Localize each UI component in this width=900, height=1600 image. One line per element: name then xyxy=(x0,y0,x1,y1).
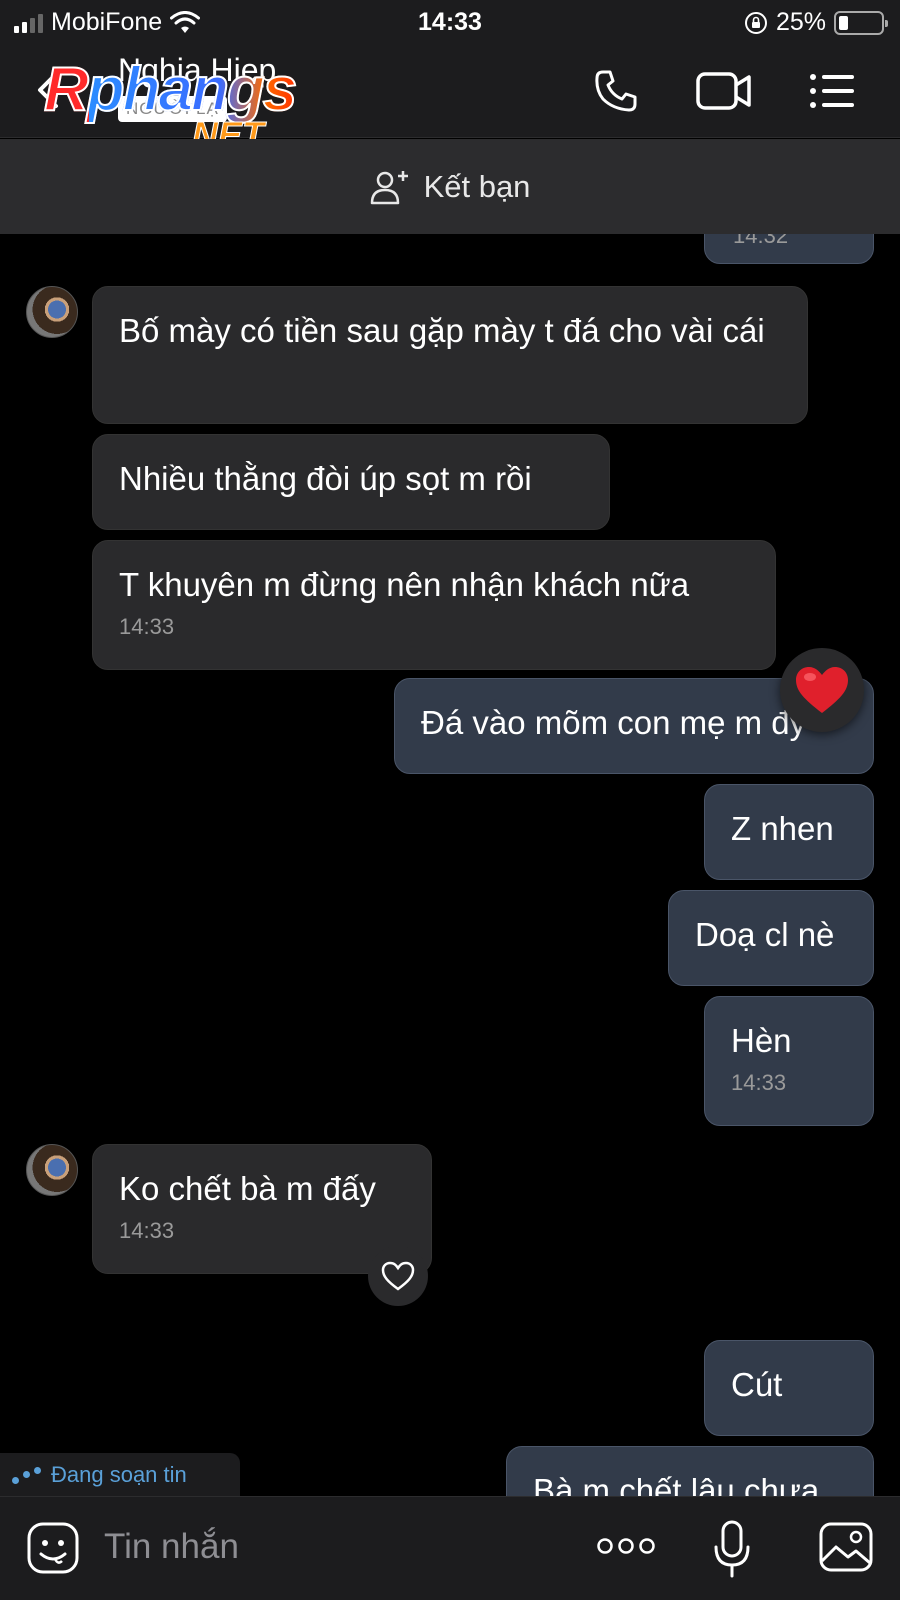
message-text: Nhiều thằng đòi úp sọt m rồi xyxy=(119,460,532,497)
message-text: Cút xyxy=(731,1366,783,1403)
typing-dots-icon xyxy=(12,1466,41,1484)
message-bubble-outgoing[interactable]: Z nhen xyxy=(704,784,874,880)
image-gallery-icon[interactable] xyxy=(818,1521,874,1573)
add-friend-button[interactable]: Kết bạn xyxy=(0,139,900,234)
contact-avatar[interactable] xyxy=(26,1144,78,1196)
header-actions xyxy=(586,66,862,116)
chat-header: Nghia Hiep NGƯỜI LẠ xyxy=(0,44,900,138)
contact-name[interactable]: Nghia Hiep xyxy=(118,52,276,89)
message-bubble-outgoing[interactable]: Cút xyxy=(704,1340,874,1436)
message-bubble-outgoing[interactable]: Doạ cl nè xyxy=(668,890,874,986)
heart-icon xyxy=(796,667,848,713)
status-bar: MobiFone 14:33 25% xyxy=(0,0,900,44)
video-call-button[interactable] xyxy=(694,66,754,116)
message-text: Hèn xyxy=(731,1022,792,1059)
message-text: Doạ cl nè xyxy=(695,916,835,953)
message-bubble-incoming[interactable]: Bố mày có tiền sau gặp mày t đá cho vài … xyxy=(92,286,808,424)
microphone-icon[interactable] xyxy=(712,1519,752,1579)
message-text: T khuyên m đừng nên nhận khách nữa xyxy=(119,566,690,603)
typing-label: Đang soạn tin xyxy=(51,1462,187,1487)
battery-percent: 25% xyxy=(775,8,826,36)
more-options-icon[interactable] xyxy=(596,1531,656,1561)
message-text: Đá vào mõm con mẹ m đy xyxy=(421,704,807,741)
message-text: Bố mày có tiền sau gặp mày t đá cho vài … xyxy=(119,312,765,349)
message-bubble-incoming[interactable]: Nhiều thằng đòi úp sọt m rồi xyxy=(92,434,610,530)
message-bubble-outgoing[interactable]: Hèn 14:33 xyxy=(704,996,874,1126)
message-timestamp: 14:33 xyxy=(731,1070,787,1095)
message-bubble-outgoing[interactable]: 14:32 xyxy=(704,234,874,264)
typing-indicator: Đang soạn tin xyxy=(0,1453,240,1497)
composer-bar: Tin nhắn xyxy=(0,1496,900,1600)
heart-outline-icon xyxy=(381,1261,415,1291)
battery-icon xyxy=(834,10,888,35)
message-bubble-incoming[interactable]: T khuyên m đừng nên nhận khách nữa 14:33 xyxy=(92,540,776,670)
video-camera-icon xyxy=(696,72,751,110)
phone-call-button[interactable] xyxy=(586,66,646,116)
status-right: 25% xyxy=(744,8,888,37)
react-button[interactable] xyxy=(368,1246,428,1306)
add-friend-label: Kết bạn xyxy=(423,168,531,204)
stranger-badge: NGƯỜI LẠ xyxy=(118,96,227,122)
message-timestamp: 14:33 xyxy=(119,1218,175,1243)
message-input[interactable]: Tin nhắn xyxy=(104,1527,239,1567)
message-text: Z nhen xyxy=(731,810,834,847)
message-bubble-outgoing[interactable]: Bà m chết lâu chưa xyxy=(506,1446,874,1496)
message-timestamp: 14:33 xyxy=(119,614,175,639)
heart-reaction[interactable] xyxy=(780,648,864,732)
add-friend-icon xyxy=(370,170,408,204)
rotation-lock-icon xyxy=(744,11,767,34)
message-text: Bà m chết lâu chưa xyxy=(533,1472,820,1496)
back-chevron-icon[interactable] xyxy=(30,68,70,112)
message-text: Ko chết bà m đấy xyxy=(119,1170,376,1207)
phone-icon xyxy=(595,70,637,112)
sticker-emoji-icon[interactable] xyxy=(26,1521,80,1575)
message-list[interactable]: 14:32 Bố mày có tiền sau gặp mày t đá ch… xyxy=(0,234,900,1496)
menu-button[interactable] xyxy=(802,66,862,116)
list-menu-icon xyxy=(810,74,854,108)
contact-avatar[interactable] xyxy=(26,286,78,338)
message-timestamp: 14:32 xyxy=(733,234,789,248)
